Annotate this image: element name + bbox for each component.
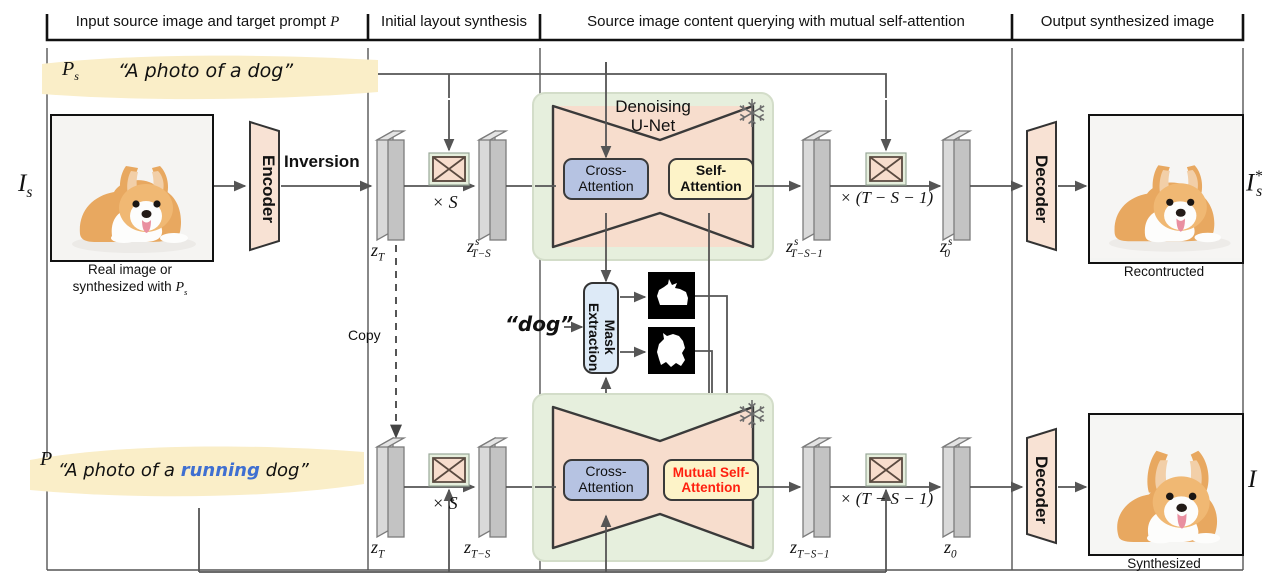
latent-label-zTS1-bottom: zT−S−1	[790, 537, 830, 561]
synthesized-image	[1088, 413, 1244, 556]
loop-label-times-s-bottom: × S	[432, 493, 458, 513]
copy-label: Copy	[348, 327, 381, 343]
latent-label-z0-top: zs0	[940, 236, 953, 260]
small-unet-icon-top2	[865, 152, 907, 186]
latent-label-zTS-bottom: zT−S	[464, 537, 491, 561]
source-image	[50, 114, 214, 262]
latent-label-zTS-top: zsT−S	[467, 236, 491, 260]
cross-attention-bottom[interactable]: Cross- Attention	[563, 459, 649, 501]
header-label-input: Input source image and target prompt P	[75, 13, 340, 30]
reconstructed-image	[1088, 114, 1244, 264]
loop-label-times-rest-bottom: × (T − S − 1)	[840, 489, 934, 508]
latent-label-zT-top: zT	[371, 240, 385, 264]
prompt-source-text: “A photo of a dog”	[118, 60, 294, 82]
prompt-highlight-word: running	[180, 460, 260, 481]
latent-zTS1-bottom	[800, 436, 833, 539]
prompt-target-ribbon: P “A photo of a running dog”	[28, 446, 368, 497]
prompt-target-text: “A photo of a running dog”	[58, 460, 309, 481]
decoder-label-top: Decoder	[1032, 154, 1051, 224]
latent-label-zTS1-top: zsT−S−1	[786, 236, 823, 260]
latent-label-zT-bottom: zT	[371, 537, 385, 561]
header-label-query: Source image content querying with mutua…	[587, 13, 965, 30]
reconstructed-image-symbol: I*s	[1246, 168, 1263, 201]
prompt-target-symbol: P	[40, 448, 53, 470]
encoder-label: Encoder	[259, 154, 278, 224]
header-label-output: Output synthesized image	[1040, 13, 1215, 30]
small-unet-icon-bottom2	[865, 453, 907, 487]
latent-zTS-top	[476, 129, 509, 242]
source-image-symbol: Is	[18, 170, 33, 201]
figure-canvas: Input source image and target prompt P I…	[0, 0, 1280, 585]
decoder-label-bottom: Decoder	[1032, 455, 1051, 525]
header-label-layout: Initial layout synthesis	[381, 13, 527, 30]
mask-keyword: “dog”	[505, 312, 574, 336]
self-attention-top[interactable]: Self- Attention	[668, 158, 754, 200]
latent-zTS1-top	[800, 129, 833, 242]
latent-z0-top	[940, 129, 973, 242]
mask-thumb-target	[648, 327, 695, 374]
small-unet-icon-top	[428, 152, 470, 186]
source-image-caption: Real image or synthesized with Ps	[72, 262, 188, 297]
mutual-self-attention-bottom[interactable]: Mutual Self- Attention	[663, 459, 759, 501]
prompt-source-symbol: Ps	[62, 58, 79, 83]
latent-zTS-bottom	[476, 436, 509, 539]
prompt-source-ribbon: Ps “A photo of a dog”	[40, 54, 380, 100]
loop-label-times-rest-top: × (T − S − 1)	[840, 188, 934, 207]
synthesized-image-caption: Synthesized	[1127, 556, 1201, 571]
mask-thumb-source	[648, 272, 695, 319]
small-unet-icon-bottom	[428, 453, 470, 487]
unet-title-top: Denoising U-Net	[615, 97, 691, 136]
reconstructed-image-caption: Recontructed	[1123, 264, 1205, 279]
cross-attention-top[interactable]: Cross- Attention	[563, 158, 649, 200]
synthesized-image-symbol: I	[1248, 466, 1257, 493]
latent-zT-top	[374, 129, 407, 242]
latent-label-z0-bottom: z0	[944, 537, 957, 561]
inversion-label: Inversion	[284, 152, 360, 171]
mask-extraction-label: Mask Extraction	[586, 302, 619, 372]
latent-zT-bottom	[374, 436, 407, 539]
loop-label-times-s-top: × S	[432, 192, 458, 212]
latent-z0-bottom	[940, 436, 973, 539]
